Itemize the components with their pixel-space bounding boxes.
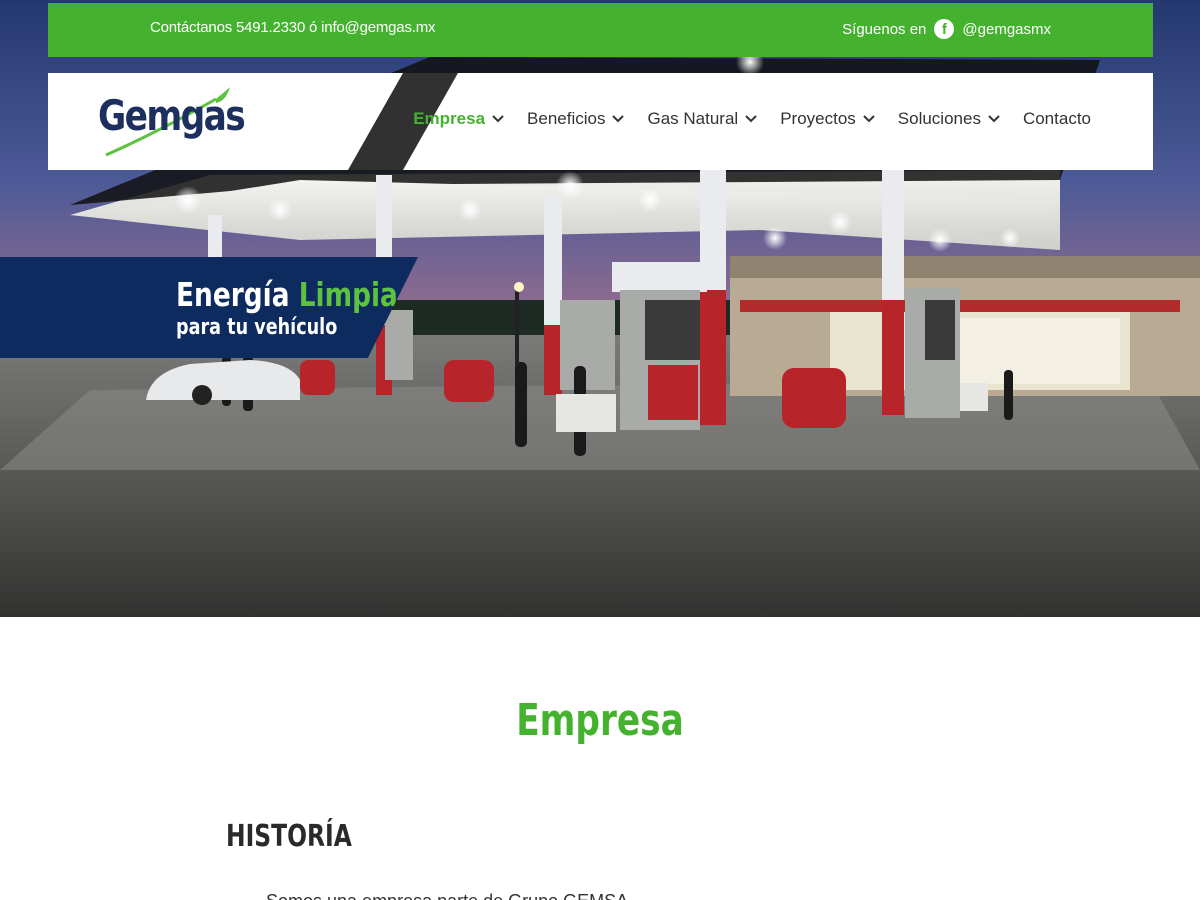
nav-label: Gas Natural — [647, 109, 739, 128]
nav-label: Contacto — [1022, 109, 1091, 128]
nav-item-empresa[interactable]: Empresa — [413, 109, 505, 129]
nav-item-contacto[interactable]: Contacto — [1023, 109, 1091, 129]
chevron-down-icon — [745, 115, 757, 123]
history-paragraph: Somos una empresa parte de Grupo GEMSA, … — [266, 891, 653, 900]
nav-item-gas-natural[interactable]: Gas Natural — [647, 109, 758, 129]
nav-label: Empresa — [413, 109, 486, 128]
section-subheading: HISTORÍA — [226, 819, 352, 854]
chevron-down-icon — [612, 115, 625, 123]
nav-item-beneficios[interactable]: Beneficios — [527, 109, 625, 129]
chevron-down-icon — [492, 115, 504, 123]
social-label: Síguenos en — [842, 20, 927, 38]
banner-headline-primary: Energía — [176, 275, 290, 314]
main-content: Empresa HISTORÍA Somos una empresa parte… — [0, 617, 1200, 900]
facebook-icon[interactable]: f — [934, 19, 955, 39]
banner-headline: Energía Limpia — [176, 275, 398, 314]
chevron-down-icon — [988, 115, 1000, 123]
contact-bar: Contáctanos 5491.2330 ó info@gemgas.mx S… — [48, 3, 1153, 57]
nav-item-proyectos[interactable]: Proyectos — [780, 109, 876, 129]
page-title: Empresa — [516, 695, 684, 746]
logo-wordmark: Gemgas — [98, 91, 246, 140]
site-header: Gemgas Empresa Beneficios Gas Natural Pr… — [48, 73, 1153, 170]
chevron-down-icon — [863, 115, 875, 123]
banner-subline: para tu vehículo — [176, 315, 338, 340]
nav-label: Proyectos — [780, 109, 856, 128]
main-nav: Empresa Beneficios Gas Natural Proyectos… — [413, 109, 1091, 129]
nav-label: Beneficios — [527, 109, 606, 128]
banner-ribbon: Energía Limpia para tu vehículo — [0, 257, 418, 358]
social-handle[interactable]: @gemgasmx — [962, 21, 1051, 38]
nav-item-soluciones[interactable]: Soluciones — [898, 109, 1001, 129]
banner-headline-accent: Limpia — [298, 275, 398, 314]
social-links: Síguenos en f @gemgasmx — [842, 19, 1051, 39]
gemgas-logo[interactable]: Gemgas — [98, 87, 246, 157]
hero-banner: Contáctanos 5491.2330 ó info@gemgas.mx S… — [0, 0, 1200, 617]
nav-label: Soluciones — [897, 109, 981, 128]
contact-info[interactable]: Contáctanos 5491.2330 ó info@gemgas.mx — [150, 19, 436, 36]
